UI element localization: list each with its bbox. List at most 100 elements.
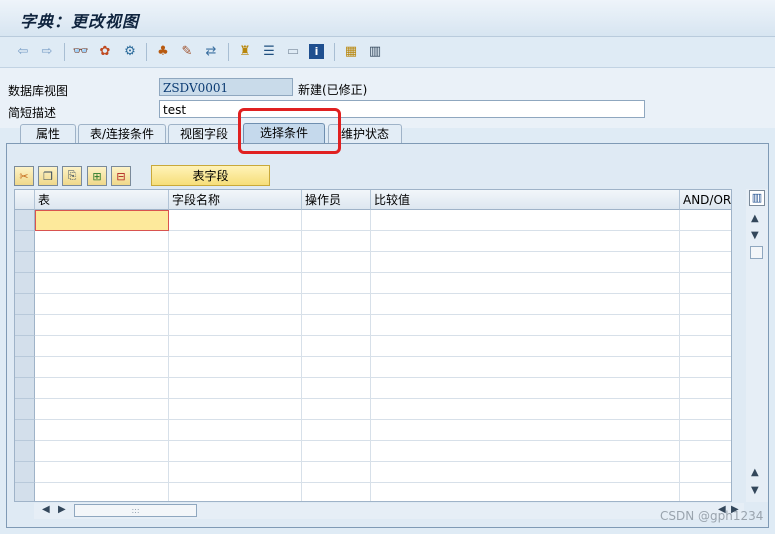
table-cell[interactable] [371,420,680,441]
table-cell[interactable] [35,315,169,336]
table-cell[interactable] [302,483,371,501]
table-cell[interactable] [35,210,169,231]
table-cell[interactable] [35,378,169,399]
table-cell[interactable] [371,462,680,483]
table-cell[interactable] [302,231,371,252]
row-selector[interactable] [15,399,35,420]
table-cell[interactable] [680,294,731,315]
org-structure-icon[interactable]: ♜ [236,43,254,61]
insert-row-icon[interactable]: ⊞ [87,166,107,186]
row-selector[interactable] [15,420,35,441]
table-cell[interactable] [371,294,680,315]
column-header-comparison-value[interactable]: 比较值 [371,190,680,210]
forward-arrow-icon[interactable]: ⇨ [38,43,56,61]
tab-view-fields[interactable]: 视图字段 [168,124,240,143]
row-selector[interactable] [15,357,35,378]
table-cell[interactable] [302,315,371,336]
pencil-icon[interactable]: ✎ [178,43,196,61]
table-cell[interactable] [371,378,680,399]
table-cell[interactable] [35,357,169,378]
short-desc-input[interactable]: test [159,100,645,118]
table-cell[interactable] [680,273,731,294]
info-icon[interactable]: i [309,44,324,59]
scroll-left-icon[interactable]: ◀ [42,504,50,515]
table-cell[interactable] [169,315,302,336]
row-selector[interactable] [15,441,35,462]
table-cell[interactable] [35,273,169,294]
table-cell[interactable] [169,399,302,420]
table-cell[interactable] [169,252,302,273]
row-selector[interactable] [15,210,35,231]
table-cell[interactable] [169,483,302,501]
tab-attributes[interactable]: 属性 [20,124,76,143]
table-cell[interactable] [371,336,680,357]
row-selector[interactable] [15,336,35,357]
scroll-down-bottom-icon[interactable]: ▼ [751,485,759,496]
row-selector[interactable] [15,294,35,315]
table-cell[interactable] [169,378,302,399]
table-cell[interactable] [302,336,371,357]
table-fields-button[interactable]: 表字段 [151,165,270,186]
table-cell[interactable] [169,210,302,231]
table-cell[interactable] [35,231,169,252]
table-cell[interactable] [169,336,302,357]
table-cell[interactable] [302,399,371,420]
delete-row-icon[interactable]: ⊟ [111,166,131,186]
column-header-operator[interactable]: 操作员 [302,190,371,210]
other-object-icon[interactable]: ✿ [96,43,114,61]
buttons-icon[interactable]: ▦ [342,43,360,61]
table-cell[interactable] [302,378,371,399]
hierarchy-icon[interactable]: ♣ [154,43,172,61]
table-cell[interactable] [371,357,680,378]
row-selector[interactable] [15,483,35,501]
table-cell[interactable] [35,336,169,357]
scroll-right-icon[interactable]: ▶ [58,504,66,515]
table-cell[interactable] [680,252,731,273]
row-selector[interactable] [15,273,35,294]
table-cell[interactable] [680,441,731,462]
table-cell[interactable] [680,315,731,336]
table-cell[interactable] [371,210,680,231]
table-cell[interactable] [680,336,731,357]
back-arrow-icon[interactable]: ⇦ [14,43,32,61]
table-cell[interactable] [169,420,302,441]
column-settings-icon[interactable]: ▥ [749,190,765,206]
table-cell[interactable] [169,441,302,462]
table-cell[interactable] [371,315,680,336]
activate-icon[interactable]: ⚙ [121,43,139,61]
display-change-icon[interactable]: 👓 [72,43,90,61]
scroll-thumb[interactable] [750,246,763,259]
table-cell[interactable] [302,294,371,315]
table-cell[interactable] [680,357,731,378]
grid-icon[interactable]: ▥ [366,43,384,61]
row-selector-header[interactable] [15,190,35,210]
table-cell[interactable] [302,357,371,378]
row-selector[interactable] [15,252,35,273]
table-cell[interactable] [371,399,680,420]
table-cell[interactable] [302,252,371,273]
table-cell[interactable] [169,357,302,378]
table-cell[interactable] [35,294,169,315]
table-cell[interactable] [302,210,371,231]
tab-tables-join[interactable]: 表/连接条件 [78,124,166,143]
table-cell[interactable] [371,483,680,501]
row-selector[interactable] [15,315,35,336]
paste-icon[interactable]: ⎘ [62,166,82,186]
table-cell[interactable] [35,399,169,420]
table-cell[interactable] [680,210,731,231]
table-cell[interactable] [371,252,680,273]
table-cell[interactable] [302,273,371,294]
table-cell[interactable] [680,483,731,501]
scroll-up-bottom-icon[interactable]: ▲ [751,467,759,478]
table-cell[interactable] [371,273,680,294]
column-header-field-name[interactable]: 字段名称 [169,190,302,210]
row-selector[interactable] [15,231,35,252]
horizontal-scroll-thumb[interactable]: ::: [74,504,197,517]
table-cell[interactable] [302,462,371,483]
table-cell[interactable] [169,294,302,315]
table-cell[interactable] [169,231,302,252]
horizontal-scrollbar[interactable]: ◀ ▶ ::: ◀ ▶ [34,503,744,519]
table-cell[interactable] [35,462,169,483]
scroll-down-icon[interactable]: ▼ [751,230,759,241]
table-cell[interactable] [169,462,302,483]
